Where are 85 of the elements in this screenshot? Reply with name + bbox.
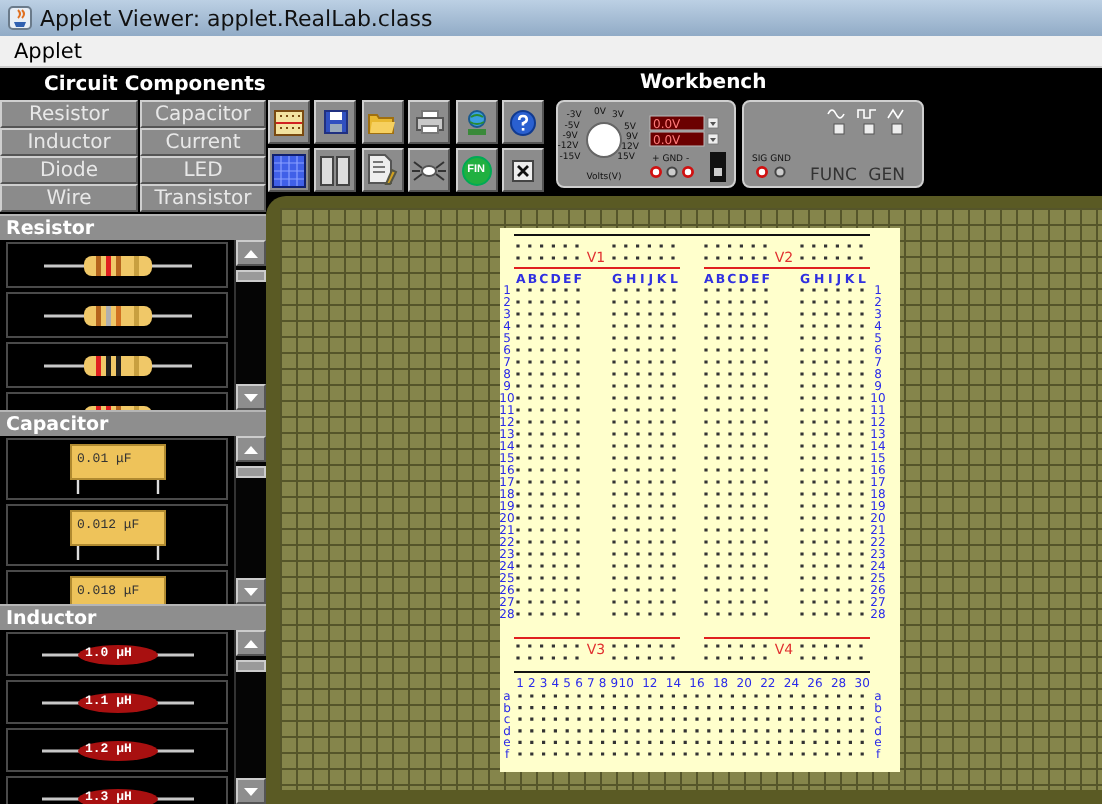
rail-holes: [800, 644, 863, 660]
toolbar-button[interactable]: [501, 148, 544, 192]
toolbar-button[interactable]: [314, 148, 357, 192]
inductor-drawing[interactable]: [41, 691, 193, 713]
capacitor-drawing[interactable]: [69, 510, 165, 560]
category-button[interactable]: Capacitor: [140, 100, 266, 128]
scroll-thumb[interactable]: [236, 270, 266, 282]
grid-icon: [272, 153, 306, 187]
scroll-down-arrow-icon: [244, 393, 258, 401]
resistor-drawing[interactable]: [41, 253, 193, 277]
scrollbar-track[interactable]: [234, 240, 266, 410]
inductor-drawing[interactable]: [41, 787, 193, 804]
workbench-title: Workbench: [638, 70, 769, 98]
power-switch[interactable]: [710, 152, 726, 182]
window-title: Applet Viewer: applet.RealLab.class: [40, 5, 433, 31]
component-slot[interactable]: [6, 242, 228, 288]
scroll-up-button[interactable]: [236, 630, 266, 656]
scroll-up-arrow-icon: [244, 249, 258, 257]
toolbar-button[interactable]: [314, 100, 357, 144]
toolbar-button[interactable]: [455, 100, 498, 144]
spinner-button[interactable]: [707, 133, 719, 145]
folder-icon: [368, 111, 397, 133]
category-button[interactable]: Resistor: [0, 100, 138, 128]
wave-select-button[interactable]: [891, 123, 903, 135]
scrollbar-track[interactable]: [234, 630, 266, 804]
category-button[interactable]: Wire: [0, 184, 138, 212]
rail-holes: [516, 644, 579, 660]
rail-holes: [800, 244, 863, 260]
voltage-dial[interactable]: [586, 122, 622, 158]
palette-header: Resistor: [0, 214, 266, 240]
rail-holes: [612, 244, 675, 260]
triangle-wave-icon: [887, 108, 904, 120]
function-generator-label: FUNC GEN: [810, 166, 905, 186]
breadboard-icon: [274, 109, 304, 135]
rail-holes: [704, 644, 767, 660]
two-column-icon: [320, 155, 351, 185]
spinner-button[interactable]: [707, 117, 719, 129]
scroll-down-button[interactable]: [236, 778, 266, 804]
close-icon: [511, 159, 534, 181]
globe-icon: [463, 109, 490, 135]
category-button[interactable]: Inductor: [0, 128, 138, 156]
scroll-up-arrow-icon: [244, 639, 258, 647]
scroll-thumb[interactable]: [236, 660, 266, 672]
toolbar-button[interactable]: [501, 100, 544, 144]
scroll-down-arrow-icon: [244, 787, 258, 795]
inductor-drawing[interactable]: [41, 643, 193, 665]
help-icon: [509, 109, 536, 135]
light-burst-icon: [412, 157, 447, 183]
palette-header: Capacitor: [0, 410, 266, 436]
capacitor-drawing[interactable]: [69, 444, 165, 494]
printer-icon: [415, 110, 444, 134]
wave-select-button[interactable]: [863, 123, 875, 135]
toolbar-button[interactable]: [408, 100, 451, 144]
scroll-down-button[interactable]: [236, 578, 266, 604]
scroll-up-arrow-icon: [244, 445, 258, 453]
rail-holes: [516, 244, 579, 260]
component-slot[interactable]: [6, 292, 228, 338]
toolbar-button[interactable]: [361, 148, 404, 192]
resistor-drawing[interactable]: [41, 303, 193, 327]
sine-wave-icon: [827, 109, 845, 119]
rail-holes: [704, 244, 767, 260]
menu-item[interactable]: Applet: [8, 39, 89, 63]
panel-title: Circuit Components: [42, 72, 266, 100]
document-icon: [367, 154, 398, 186]
toolbar-button[interactable]: [408, 148, 451, 192]
wave-select-button[interactable]: [833, 123, 845, 135]
toolbar-button[interactable]: [361, 100, 404, 144]
category-button[interactable]: Current: [140, 128, 266, 156]
scroll-down-arrow-icon: [244, 587, 258, 595]
square-wave-icon: [857, 109, 877, 119]
toolbar-button[interactable]: [268, 148, 310, 192]
category-button[interactable]: LED: [140, 156, 266, 184]
component-slot[interactable]: [6, 342, 228, 388]
scroll-up-button[interactable]: [236, 436, 266, 462]
scrollbar-track[interactable]: [234, 436, 266, 604]
inductor-drawing[interactable]: [41, 739, 193, 761]
resistor-drawing[interactable]: [41, 353, 193, 377]
scroll-down-button[interactable]: [236, 384, 266, 410]
category-button[interactable]: Diode: [0, 156, 138, 184]
rail-holes: [612, 644, 675, 660]
scroll-up-button[interactable]: [236, 240, 266, 266]
scroll-thumb[interactable]: [236, 466, 266, 478]
category-button[interactable]: Transistor: [140, 184, 266, 212]
palette-header: Inductor: [0, 604, 266, 630]
app-icon: [8, 6, 32, 30]
